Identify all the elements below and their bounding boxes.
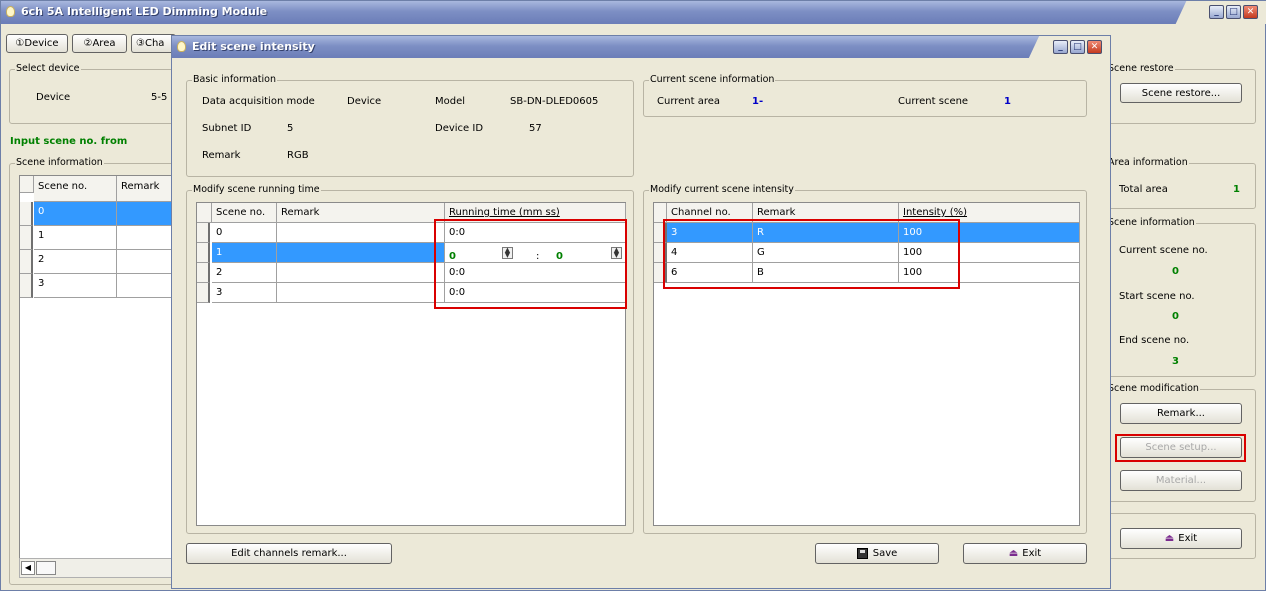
material-button[interactable]: Material...: [1120, 470, 1242, 491]
main-window-title: 6ch 5A Intelligent LED Dimming Module: [21, 5, 268, 18]
current-scene-info-label: Current scene information: [649, 74, 776, 85]
col-remark: Remark: [117, 176, 178, 202]
device-select[interactable]: 5-5: [151, 92, 167, 103]
main-title-bar[interactable]: 6ch 5A Intelligent LED Dimming Module _ …: [1, 1, 1266, 24]
right-scene-info-group: Scene information Current scene no. 0 St…: [1101, 217, 1256, 377]
remark-label: Remark: [202, 150, 241, 161]
input-scene-label: Input scene no. from: [10, 136, 128, 147]
edit-channels-remark-button[interactable]: Edit channels remark...: [186, 543, 392, 564]
dialog-exit-button[interactable]: ⏏ Exit: [963, 543, 1087, 564]
device-id-label: Device ID: [435, 123, 484, 134]
model-label: Model: [435, 96, 466, 107]
dialog-title-bar[interactable]: Edit scene intensity _ □ ✕: [172, 36, 1110, 58]
exit-icon: ⏏: [1008, 548, 1019, 559]
scene-modification-label: Scene modification: [1107, 383, 1200, 394]
current-scene-value: 1: [1004, 96, 1011, 107]
floppy-icon: [856, 548, 868, 559]
daq-mode-value: Device: [347, 96, 382, 107]
end-scene-no-label: End scene no.: [1119, 335, 1190, 346]
dialog-bulb-icon: [177, 41, 186, 52]
model-value: SB-DN-DLED0605: [510, 96, 599, 107]
scene-restore-label: Scene restore: [1107, 63, 1175, 74]
runtime-row-remark[interactable]: [277, 263, 445, 283]
current-area-label: Current area: [657, 96, 721, 107]
dialog-exit-label: Exit: [1022, 548, 1042, 559]
edit-scene-dialog: Edit scene intensity _ □ ✕ Basic informa…: [171, 35, 1111, 589]
total-area-value: 1: [1233, 184, 1240, 195]
select-device-group: Select device Device 5-5: [9, 63, 179, 124]
close-icon[interactable]: ✕: [1243, 5, 1258, 19]
save-label: Save: [872, 548, 898, 559]
table-row[interactable]: 1: [34, 226, 117, 250]
start-scene-no-value: 0: [1172, 311, 1179, 322]
current-scene-no-label: Current scene no.: [1119, 245, 1208, 256]
main-exit-label: Exit: [1178, 533, 1198, 544]
subnet-id-value: 5: [287, 123, 294, 134]
bulb-icon: [6, 6, 15, 17]
runtime-row-remark[interactable]: [277, 223, 445, 243]
dialog-title: Edit scene intensity: [192, 40, 315, 53]
scene-setup-highlight: [1115, 434, 1246, 462]
daq-mode-label: Data acquisition mode: [202, 96, 315, 107]
basic-info-label: Basic information: [192, 74, 277, 85]
exit-icon: ⏏: [1164, 533, 1175, 544]
col-scene-no: Scene no.: [34, 176, 117, 202]
area-info-label: Area information: [1107, 157, 1189, 168]
runtime-row-scene[interactable]: 2: [212, 263, 277, 283]
end-scene-no-value: 3: [1172, 356, 1179, 367]
device-label: Device: [36, 92, 71, 103]
current-scene-no-value: 0: [1172, 266, 1179, 277]
select-device-label: Select device: [15, 63, 81, 74]
current-area-value: 1-: [752, 96, 764, 107]
save-button[interactable]: Save: [815, 543, 939, 564]
intensity-label: Modify current scene intensity: [649, 184, 795, 195]
tab-device[interactable]: ①Device: [6, 34, 68, 53]
scroll-thumb[interactable]: [36, 561, 56, 575]
runtime-col-remark: Remark: [277, 203, 445, 223]
runtime-row-scene[interactable]: 0: [212, 223, 277, 243]
basic-info-group: Basic information Data acquisition mode …: [186, 74, 634, 177]
table-row[interactable]: 2: [34, 250, 117, 274]
runtime-row-remark[interactable]: [277, 283, 445, 303]
area-info-group: Area information Total area 1: [1101, 157, 1256, 209]
total-area-label: Total area: [1119, 184, 1168, 195]
horizontal-scrollbar[interactable]: ◀: [19, 558, 177, 578]
runtime-col-scene: Scene no.: [212, 203, 277, 223]
tab-area[interactable]: ②Area: [72, 34, 127, 53]
minimize-icon[interactable]: _: [1209, 5, 1224, 19]
main-exit-button[interactable]: ⏏ Exit: [1120, 528, 1242, 549]
current-scene-label: Current scene: [898, 96, 969, 107]
current-scene-info-group: Current scene information Current area 1…: [643, 74, 1087, 117]
scene-info-grid: Scene no. Remark 0 1 2 3: [19, 175, 178, 558]
remark-value: RGB: [287, 150, 309, 161]
scroll-left-icon[interactable]: ◀: [21, 561, 35, 575]
table-row[interactable]: 0: [34, 202, 117, 226]
dialog-close-icon[interactable]: ✕: [1087, 40, 1102, 54]
dialog-minimize-icon[interactable]: _: [1053, 40, 1068, 54]
remark-button[interactable]: Remark...: [1120, 403, 1242, 424]
runtime-row-remark[interactable]: [277, 243, 445, 263]
maximize-icon[interactable]: □: [1226, 5, 1241, 19]
intensity-highlight: [663, 219, 960, 289]
runtime-highlight: [434, 219, 627, 309]
tab-channel[interactable]: ③Cha: [131, 34, 176, 53]
scene-info-label: Scene information: [15, 157, 104, 168]
device-id-value: 57: [529, 123, 542, 134]
scene-restore-button[interactable]: Scene restore...: [1120, 83, 1242, 103]
subnet-id-label: Subnet ID: [202, 123, 252, 134]
runtime-label: Modify scene running time: [192, 184, 321, 195]
start-scene-no-label: Start scene no.: [1119, 291, 1195, 302]
runtime-row-scene[interactable]: 1: [212, 243, 277, 263]
dialog-maximize-icon[interactable]: □: [1070, 40, 1085, 54]
right-scene-info-label: Scene information: [1107, 217, 1196, 228]
runtime-row-scene[interactable]: 3: [212, 283, 277, 303]
table-row[interactable]: 3: [34, 274, 117, 298]
